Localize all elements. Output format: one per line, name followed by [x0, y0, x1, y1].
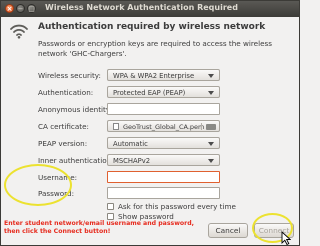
chevron-down-icon	[208, 159, 214, 163]
document-icon	[113, 123, 119, 130]
peap-version-select[interactable]: Automatic	[107, 137, 220, 149]
peap-version-value: Automatic	[113, 139, 148, 148]
close-window-button[interactable]: ×	[5, 4, 14, 13]
password-input[interactable]	[107, 187, 220, 199]
wireless-security-select[interactable]: WPA & WPA2 Enterprise	[107, 69, 220, 81]
folder-icon	[206, 124, 216, 130]
close-icon: ×	[6, 5, 13, 13]
maximize-window-button[interactable]: □	[27, 4, 36, 13]
inner-authentication-select[interactable]: MSCHAPv2	[107, 154, 220, 166]
mouse-cursor-icon	[281, 231, 291, 245]
anonymous-identity-label: Anonymous identity:	[38, 105, 112, 114]
minimize-window-button[interactable]: −	[16, 4, 25, 13]
ca-certificate-filename: GeoTrust_Global_CA.pem	[123, 122, 205, 131]
wifi-icon	[10, 24, 28, 39]
chevron-down-icon	[208, 91, 214, 95]
anonymous-identity-input[interactable]	[107, 103, 220, 115]
highlight-ellipse	[4, 164, 72, 206]
dialog-description: Passwords or encryption keys are require…	[38, 39, 272, 58]
chevron-down-icon	[208, 74, 214, 78]
wireless-security-value: WPA & WPA2 Enterprise	[113, 71, 195, 80]
ask-password-checkbox[interactable]	[107, 203, 114, 210]
cancel-button[interactable]: Cancel	[208, 223, 248, 238]
ask-password-label: Ask for this password every time	[118, 202, 236, 211]
dialog-heading: Authentication required by wireless netw…	[38, 22, 266, 32]
authentication-select[interactable]: Protected EAP (PEAP)	[107, 86, 220, 98]
peap-version-label: PEAP version:	[38, 139, 88, 148]
window-title: Wireless Network Authentication Required	[45, 3, 238, 12]
separator	[201, 123, 202, 130]
inner-authentication-value: MSCHAPv2	[113, 156, 151, 165]
show-password-checkbox[interactable]	[107, 213, 114, 220]
authentication-label: Authentication:	[38, 88, 94, 97]
username-input[interactable]	[107, 171, 220, 183]
chevron-down-icon	[208, 142, 214, 146]
maximize-icon: □	[28, 5, 35, 13]
ca-certificate-file-button[interactable]: GeoTrust_Global_CA.pem	[107, 120, 220, 132]
inner-authentication-label: Inner authentication:	[38, 156, 114, 165]
instruction-note: Enter student network/email username and…	[4, 220, 194, 235]
wireless-security-label: Wireless security:	[38, 71, 101, 80]
title-bar: × − □ Wireless Network Authentication Re…	[1, 1, 299, 17]
authentication-value: Protected EAP (PEAP)	[113, 88, 186, 97]
auth-dialog: × − □ Wireless Network Authentication Re…	[0, 0, 300, 246]
ca-certificate-label: CA certificate:	[38, 122, 89, 131]
minimize-icon: −	[17, 5, 24, 13]
